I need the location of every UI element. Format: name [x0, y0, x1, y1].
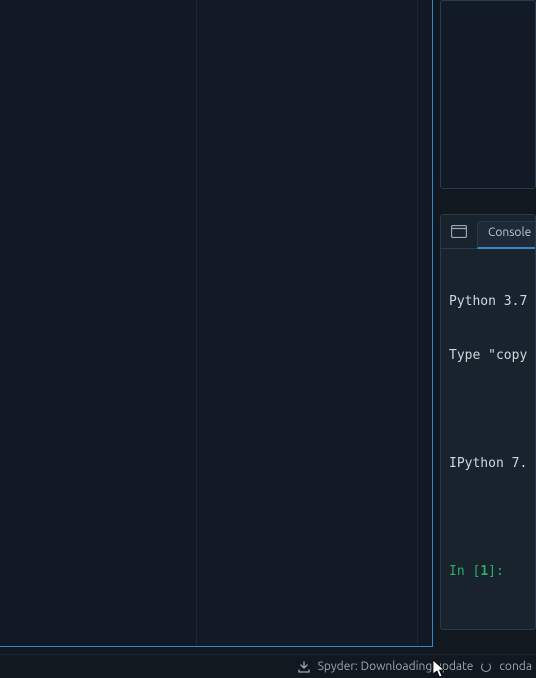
console-banner-line: IPython 7.3: [449, 455, 527, 473]
console-prompt[interactable]: In [1]:: [449, 563, 527, 581]
console-pane[interactable]: Console Python 3.7. Type "copyr IPython …: [440, 214, 536, 630]
status-update-text: Spyder: Downloading update: [318, 660, 474, 673]
console-blank-line: [449, 509, 527, 527]
console-tabbar: Console: [441, 215, 535, 249]
ide-window: Console Python 3.7. Type "copyr IPython …: [0, 0, 536, 678]
status-env-text: conda: [499, 660, 532, 673]
console-blank-line: [449, 401, 527, 419]
prompt-number: 1: [480, 564, 488, 579]
prompt-suffix: ]:: [488, 564, 504, 579]
window-icon: [451, 225, 467, 238]
pane-splitter[interactable]: [440, 197, 536, 209]
editor-content-area[interactable]: [197, 0, 418, 646]
auxiliary-pane[interactable]: [440, 0, 536, 189]
status-bar: Spyder: Downloading update conda: [0, 654, 536, 678]
loading-spinner-icon: [481, 662, 491, 672]
console-output[interactable]: Python 3.7. Type "copyr IPython 7.3 In […: [441, 249, 535, 617]
tab-label: Console: [488, 226, 531, 239]
prompt-in: In [: [449, 564, 480, 579]
editor-pane[interactable]: [0, 0, 433, 647]
console-banner-line: Python 3.7.: [449, 293, 527, 311]
tab-console[interactable]: Console: [477, 221, 536, 249]
console-banner-line: Type "copyr: [449, 347, 527, 365]
download-icon: [298, 661, 310, 673]
